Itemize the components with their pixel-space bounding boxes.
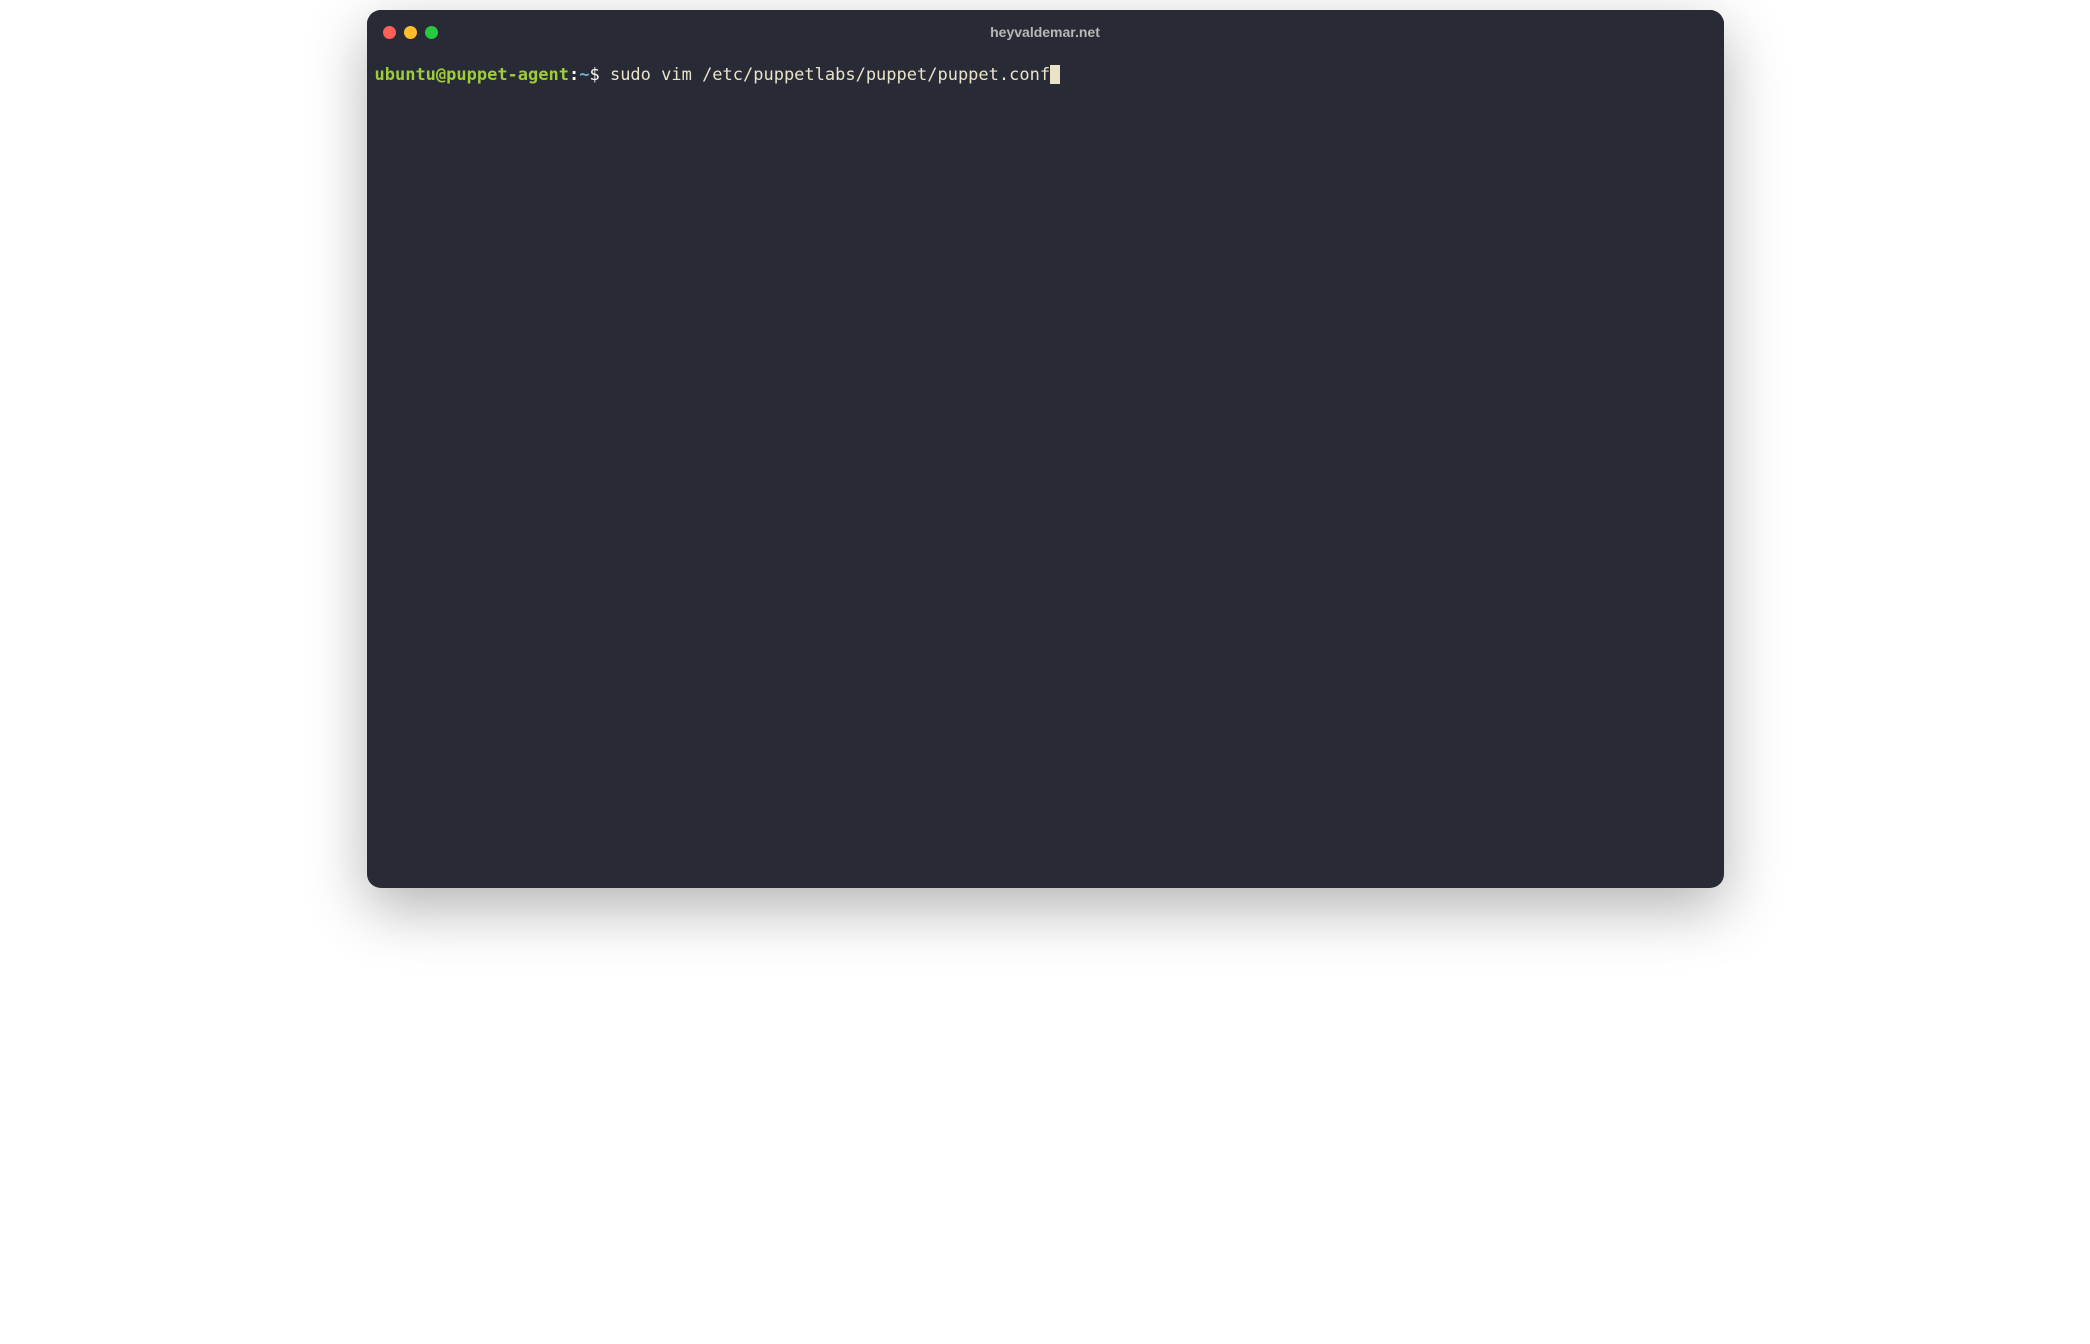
terminal-window: heyvaldemar.net ubuntu@puppet-agent:~$ s… — [367, 10, 1724, 888]
prompt-path: ~ — [579, 65, 589, 85]
cursor-icon — [1050, 65, 1060, 84]
title-bar: heyvaldemar.net — [367, 10, 1724, 54]
close-icon[interactable] — [383, 26, 396, 39]
maximize-icon[interactable] — [425, 26, 438, 39]
prompt-symbol: $ — [589, 65, 609, 85]
traffic-lights — [383, 26, 438, 39]
prompt-line: ubuntu@puppet-agent:~$ sudo vim /etc/pup… — [375, 64, 1716, 88]
command-input[interactable]: sudo vim /etc/puppetlabs/puppet/puppet.c… — [610, 65, 1050, 85]
prompt-user-host: ubuntu@puppet-agent — [375, 65, 569, 85]
window-title: heyvaldemar.net — [990, 24, 1100, 40]
prompt-separator: : — [569, 65, 579, 85]
terminal-body[interactable]: ubuntu@puppet-agent:~$ sudo vim /etc/pup… — [367, 54, 1724, 888]
minimize-icon[interactable] — [404, 26, 417, 39]
